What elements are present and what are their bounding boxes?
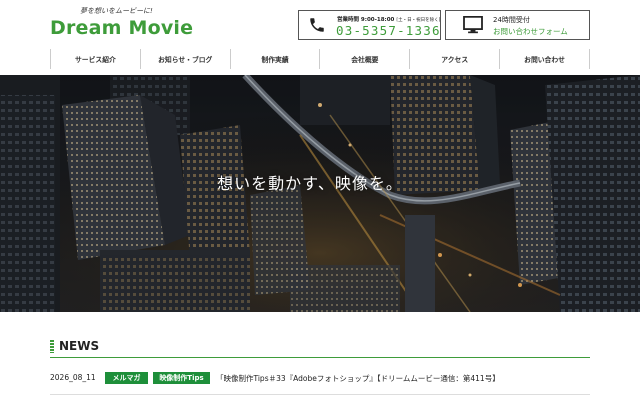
- news-divider: [50, 357, 590, 358]
- nav-item-services[interactable]: サービス紹介: [50, 49, 140, 69]
- nav-item-company[interactable]: 会社概要: [319, 49, 409, 69]
- news-heading: NEWS: [50, 339, 99, 353]
- logo-tagline: 夢を想いをムービーに!: [80, 7, 153, 15]
- nav-item-news-blog[interactable]: お知らせ・ブログ: [139, 49, 230, 69]
- phone-contact-box[interactable]: 営業時間 9:00-18:00 [土・日・祝日を除く] 03-5357-1336: [298, 10, 441, 40]
- site-header: 夢を想いをムービーに! Dream Movie 営業時間 9:00-18:00 …: [0, 0, 640, 46]
- logo-text: Dream Movie: [50, 17, 194, 39]
- news-date: 2026_08_11: [50, 373, 96, 382]
- news-tag[interactable]: 映像制作Tips: [153, 372, 210, 384]
- form-bottom-label: お問い合わせフォーム: [493, 27, 568, 36]
- form-top-label: 24時間受付: [493, 16, 530, 24]
- site-logo[interactable]: 夢を想いをムービーに! Dream Movie: [50, 6, 200, 42]
- phone-icon: [310, 18, 324, 32]
- contact-form-link[interactable]: 24時間受付 お問い合わせフォーム: [445, 10, 590, 40]
- news-item-title[interactable]: 「映像制作Tips＃33『Adobeフォトショップ』【ドリームムービー通信：第4…: [216, 373, 500, 384]
- hero-caption: 想いを動かす、映像を。: [0, 170, 640, 194]
- main-nav: サービス紹介 お知らせ・ブログ 制作実績 会社概要 アクセス お問い合わせ: [50, 49, 590, 69]
- news-list-item[interactable]: 2026_08_11 メルマガ 映像制作Tips 「映像制作Tips＃33『Ad…: [50, 372, 610, 386]
- nav-item-works[interactable]: 制作実績: [229, 49, 320, 69]
- nav-item-access[interactable]: アクセス: [409, 49, 499, 69]
- monitor-icon: [463, 16, 483, 34]
- news-title: NEWS: [59, 339, 100, 353]
- news-tag[interactable]: メルマガ: [105, 372, 148, 384]
- phone-number[interactable]: 03-5357-1336: [336, 23, 441, 38]
- hero-image: 想いを動かす、映像を。: [0, 75, 640, 312]
- news-row-divider: [50, 394, 590, 395]
- business-hours: 営業時間 9:00-18:00 [土・日・祝日を除く]: [337, 15, 440, 23]
- news-heading-bar: [50, 339, 54, 353]
- nav-item-contact[interactable]: お問い合わせ: [499, 49, 590, 69]
- hero-caption-text: 想いを動かす、映像を。: [217, 174, 403, 193]
